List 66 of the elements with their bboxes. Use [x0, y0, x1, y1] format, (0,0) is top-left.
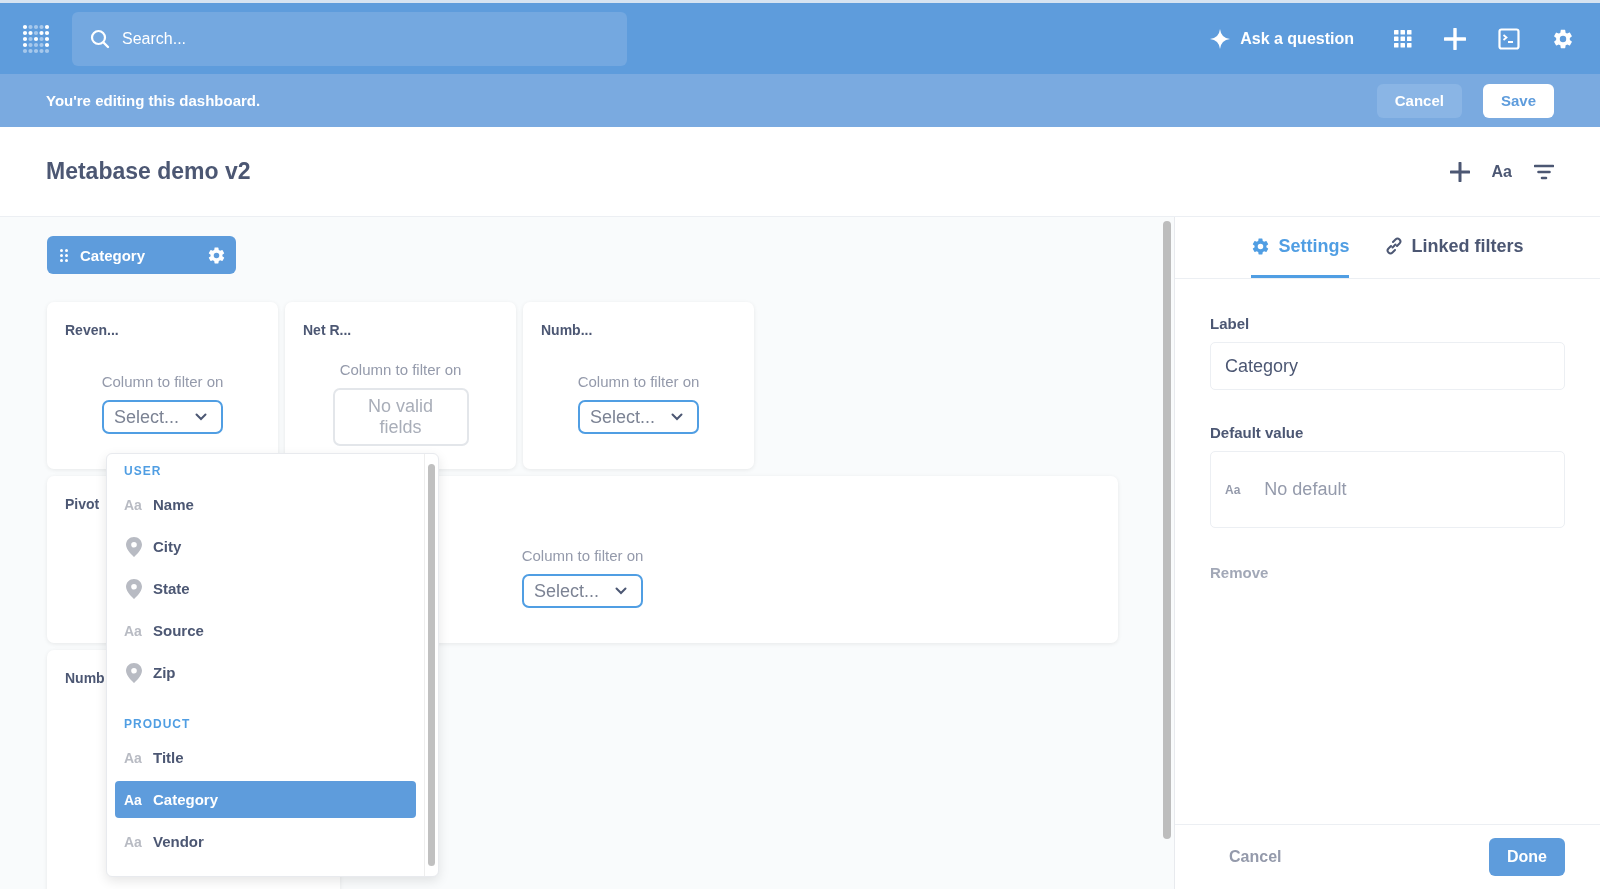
location-pin-icon [126, 578, 142, 599]
column-select[interactable]: Select... [578, 400, 699, 434]
apps-grid-icon[interactable] [1394, 29, 1412, 48]
settings-icon [1251, 236, 1271, 256]
text-type-icon: Aa [124, 749, 144, 766]
group-heading: USER [123, 463, 163, 480]
column-option[interactable]: City [115, 528, 416, 565]
remove-link[interactable]: Remove [1210, 564, 1269, 581]
done-button[interactable]: Done [1489, 838, 1565, 876]
column-option[interactable]: Zip [115, 654, 416, 691]
field-label: Label [1210, 315, 1251, 332]
search-icon [90, 28, 110, 49]
label-input[interactable]: Category [1210, 342, 1565, 390]
group-heading: PRODUCT [123, 716, 192, 733]
ask-question-button[interactable]: Ask a question [1210, 28, 1354, 49]
dashboard-title: Metabase demo v2 [46, 158, 251, 185]
card-title: Net R... [303, 322, 352, 338]
panel-tab[interactable]: Linked filters [1385, 217, 1524, 278]
scrollbar-thumb[interactable] [428, 464, 435, 866]
column-select[interactable]: Select... [522, 574, 643, 608]
chevron-down-icon [615, 587, 627, 595]
logo-icon[interactable] [22, 23, 50, 54]
save-button[interactable]: Save [1482, 83, 1554, 118]
filter-icon[interactable] [1534, 163, 1554, 180]
default-value-field[interactable]: Aa No default [1210, 451, 1565, 528]
column-option[interactable]: Aa Name [115, 486, 416, 523]
search-input[interactable]: Search... [120, 28, 609, 49]
text-type-icon: Aa [124, 496, 144, 513]
search-field[interactable]: Search... [72, 11, 627, 66]
settings-icon[interactable] [207, 245, 226, 265]
card-title: Numb... [541, 322, 593, 338]
text-type-icon: Aa [124, 622, 144, 639]
drag-handle-icon [60, 248, 68, 262]
field-label: Default value [1210, 424, 1305, 441]
column-select[interactable]: Select... [102, 400, 223, 434]
column-option[interactable]: Aa Title [115, 739, 416, 776]
column-filter-prompt: Column to filter on [101, 373, 224, 390]
cancel-button[interactable]: Cancel [1229, 848, 1282, 866]
column-option[interactable]: Aa Vendor [115, 823, 416, 860]
card-title: Reven... [65, 322, 119, 338]
column-option[interactable]: Aa Source [115, 612, 416, 649]
column-option[interactable]: Aa Category [115, 781, 416, 818]
text-type-icon: Aa [124, 791, 144, 808]
panel-tab[interactable]: Settings [1251, 217, 1350, 278]
chevron-down-icon [195, 413, 207, 421]
column-filter-prompt: Column to filter on [521, 547, 644, 564]
column-filter-prompt: Column to filter on [577, 373, 700, 390]
card-title: Numb [65, 670, 105, 686]
text-type-icon: Aa [1225, 482, 1241, 497]
sparkle-icon [1210, 28, 1231, 49]
add-text-button[interactable]: Aa [1491, 162, 1512, 181]
cancel-button[interactable]: Cancel [1376, 83, 1462, 118]
card-title: Pivot [65, 496, 100, 512]
plus-icon[interactable] [1449, 161, 1470, 182]
chevron-down-icon [671, 413, 683, 421]
filter-chip[interactable]: Category [47, 236, 236, 274]
editing-message: You're editing this dashboard. [46, 92, 261, 109]
link-icon [1385, 237, 1404, 255]
location-pin-icon [126, 662, 142, 683]
scrollbar-thumb[interactable] [1163, 221, 1171, 839]
column-option[interactable]: State [115, 570, 416, 607]
text-type-icon: Aa [124, 833, 144, 850]
location-pin-icon [126, 536, 142, 557]
terminal-icon[interactable] [1498, 27, 1520, 50]
column-filter-prompt: Column to filter on [339, 361, 462, 378]
settings-icon[interactable] [1552, 27, 1574, 50]
